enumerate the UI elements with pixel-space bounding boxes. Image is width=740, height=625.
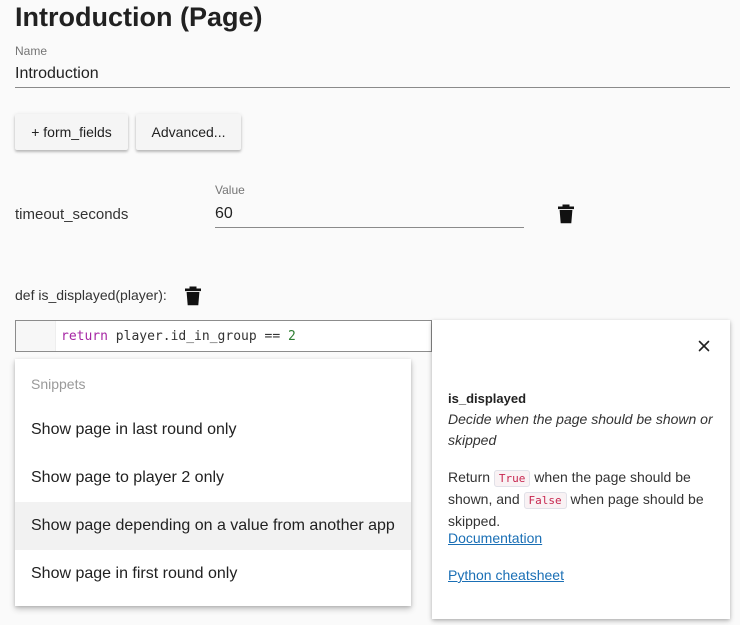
snippets-header: Snippets [31,376,86,392]
true-code-chip: True [493,470,531,487]
code-editor[interactable]: return player.id_in_group == 2 [15,320,432,352]
code-keyword: return [61,329,108,344]
code-expression: player.id_in_group == [107,329,288,344]
help-description: Decide when the page should be shown or … [448,411,713,448]
help-title: is_displayed [448,391,527,406]
snippets-dropdown: Snippets Show page in last round only Sh… [15,359,411,606]
name-input[interactable] [15,60,730,88]
name-field-label: Name [15,44,48,58]
close-icon[interactable] [696,338,712,354]
false-code-chip: False [523,492,567,509]
python-cheatsheet-link[interactable]: Python cheatsheet [448,567,564,583]
documentation-link[interactable]: Documentation [448,530,542,546]
advanced-button[interactable]: Advanced... [136,114,241,150]
code-number: 2 [287,329,296,344]
timeout-seconds-label: timeout_seconds [15,206,129,223]
is-displayed-signature: def is_displayed(player): [15,287,167,303]
trash-icon[interactable] [557,204,575,224]
timeout-value-label: Value [215,183,245,197]
snippet-item[interactable]: Show page in first round only [15,550,411,598]
code-gutter [16,321,56,351]
timeout-value-input[interactable] [215,200,524,228]
help-text-part: Return [448,469,494,485]
page-title: Introduction (Page) [15,2,263,32]
code-line[interactable]: return player.id_in_group == 2 [61,329,296,344]
trash-icon[interactable] [184,286,202,306]
help-text: Return True when the page should be show… [448,467,720,532]
snippet-item-highlighted[interactable]: Show page depending on a value from anot… [15,502,411,550]
snippet-item[interactable]: Show page in last round only [15,406,411,454]
snippet-item[interactable]: Show page to player 2 only [15,454,411,502]
help-panel: is_displayed Decide when the page should… [432,320,730,619]
add-form-fields-button[interactable]: + form_fields [15,114,128,150]
